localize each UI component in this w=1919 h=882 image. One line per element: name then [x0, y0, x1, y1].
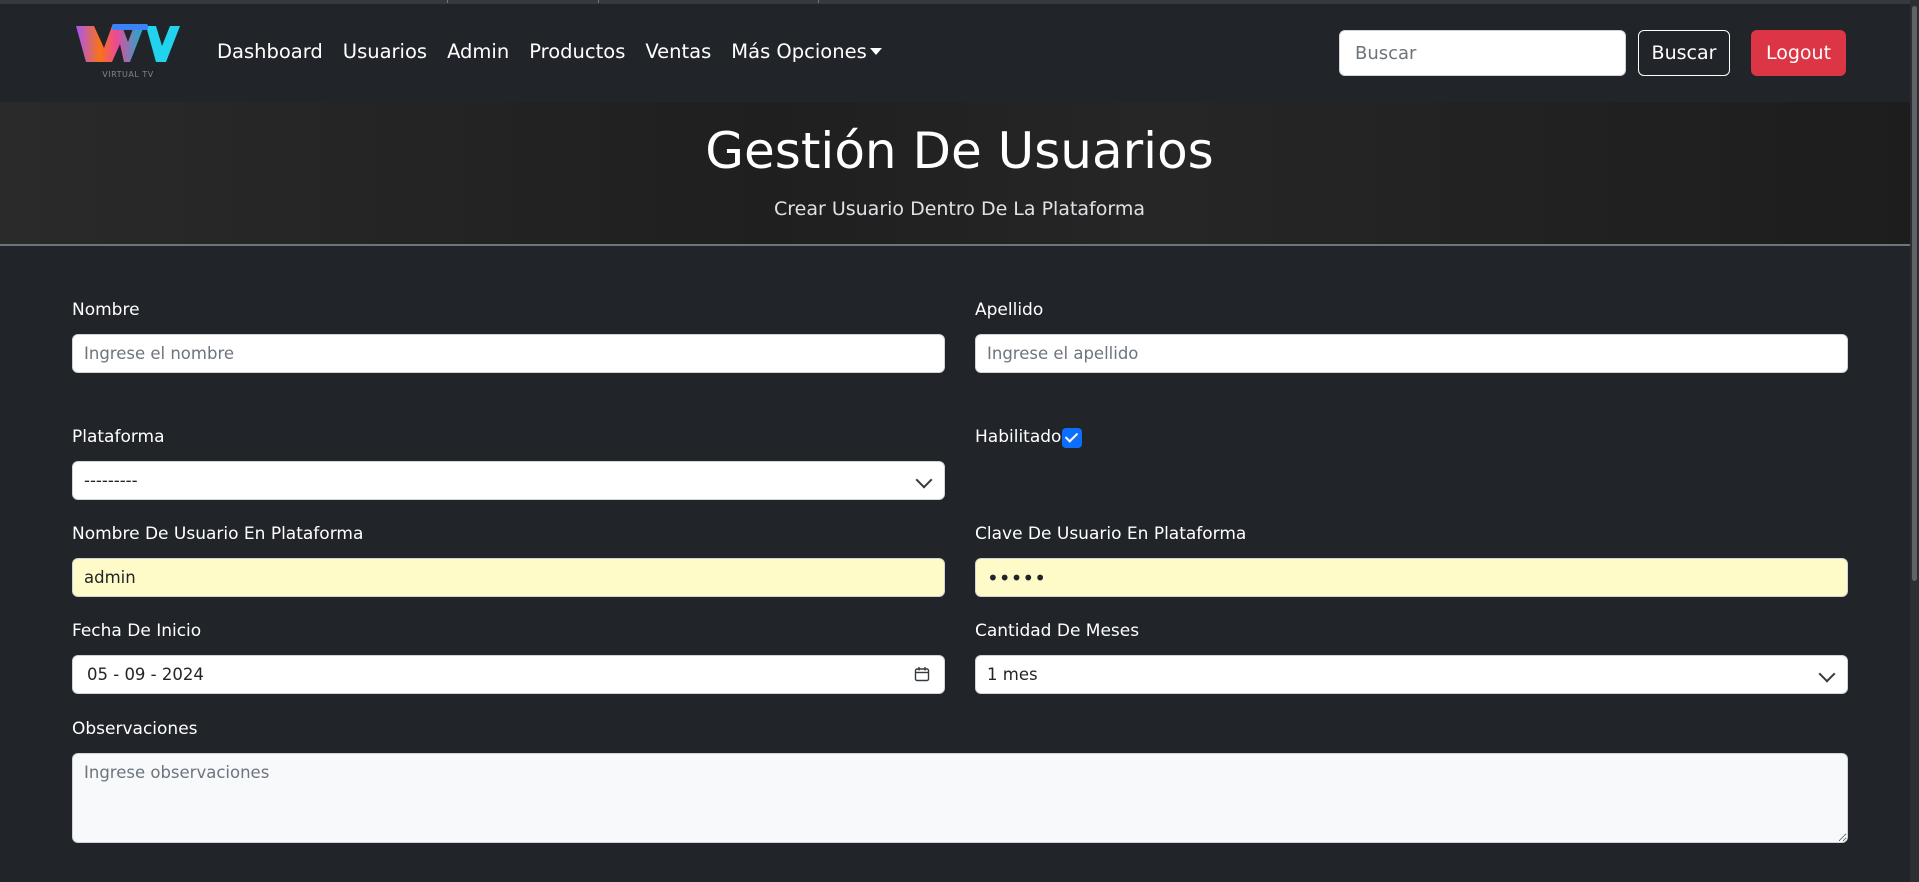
- plataforma-selected-value: ---------: [84, 471, 138, 490]
- nombre-label: Nombre: [72, 300, 140, 320]
- page-title: Gestión De Usuarios: [705, 122, 1214, 180]
- cantidad-meses-label: Cantidad De Meses: [975, 621, 1140, 641]
- fecha-inicio-input[interactable]: 05 - 09 - 2024: [72, 655, 945, 694]
- nav-mas-opciones-label: Más Opciones: [731, 40, 867, 63]
- usuario-plataforma-input[interactable]: [72, 558, 945, 597]
- search-button[interactable]: Buscar: [1638, 30, 1730, 76]
- nav-productos[interactable]: Productos: [529, 40, 625, 63]
- clave-plataforma-label: Clave De Usuario En Plataforma: [975, 524, 1247, 544]
- caret-down-icon: [869, 47, 882, 55]
- plataforma-select[interactable]: ---------: [72, 461, 945, 500]
- usuario-plataforma-label: Nombre De Usuario En Plataforma: [72, 524, 364, 544]
- habilitado-checkbox[interactable]: [1062, 428, 1082, 448]
- page-header: Gestión De Usuarios Crear Usuario Dentro…: [0, 102, 1919, 246]
- chevron-down-icon: [1818, 665, 1836, 683]
- apellido-input[interactable]: [975, 334, 1848, 373]
- brand-logo[interactable]: VIRTUAL TV: [72, 18, 184, 84]
- chevron-down-icon: [915, 471, 933, 489]
- nav-links: Dashboard Usuarios Admin Productos Venta…: [217, 40, 902, 63]
- logo-icon: [76, 24, 180, 62]
- cantidad-meses-selected-value: 1 mes: [987, 665, 1038, 684]
- nav-usuarios[interactable]: Usuarios: [343, 40, 427, 63]
- nav-mas-opciones-dropdown[interactable]: Más Opciones: [731, 40, 882, 63]
- logout-button[interactable]: Logout: [1751, 30, 1846, 76]
- apellido-label: Apellido: [975, 300, 1044, 320]
- nav-admin[interactable]: Admin: [447, 40, 509, 63]
- observaciones-textarea[interactable]: [72, 753, 1848, 843]
- nav-dashboard[interactable]: Dashboard: [217, 40, 323, 63]
- cantidad-meses-select[interactable]: 1 mes: [975, 655, 1848, 694]
- fecha-inicio-label: Fecha De Inicio: [72, 621, 202, 641]
- logo-text: VIRTUAL TV: [102, 70, 154, 79]
- clave-plataforma-input[interactable]: [975, 558, 1848, 597]
- habilitado-label: Habilitado: [975, 427, 1062, 447]
- plataforma-label: Plataforma: [72, 427, 165, 447]
- search-input[interactable]: [1339, 30, 1626, 76]
- fecha-inicio-value: 05 - 09 - 2024: [87, 665, 204, 684]
- nav-ventas[interactable]: Ventas: [645, 40, 711, 63]
- nombre-input[interactable]: [72, 334, 945, 373]
- observaciones-label: Observaciones: [72, 719, 198, 739]
- page-subtitle: Crear Usuario Dentro De La Plataforma: [773, 198, 1145, 220]
- scrollbar-thumb[interactable]: [1912, 6, 1917, 581]
- calendar-icon[interactable]: [914, 666, 930, 682]
- navbar: VIRTUAL TV Dashboard Usuarios Admin Prod…: [0, 4, 1919, 102]
